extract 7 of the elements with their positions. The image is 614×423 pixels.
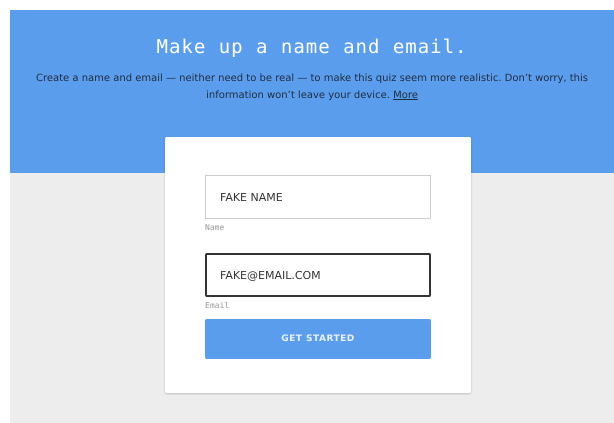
input-field[interactable]: FAKE NAME (205, 175, 431, 219)
description-text: Create a name and email — neither need to be real — to make this quiz seem more realistic. Don’t worry, this information won’t leave your device. More (34, 72, 589, 103)
field-label: Email (205, 301, 230, 312)
input-field[interactable]: FAKE@EMAIL.COM (205, 253, 431, 297)
page-title: Make up a name and email. (156, 36, 468, 58)
field-label: Name (205, 223, 226, 234)
more-link[interactable]: More (393, 90, 418, 101)
